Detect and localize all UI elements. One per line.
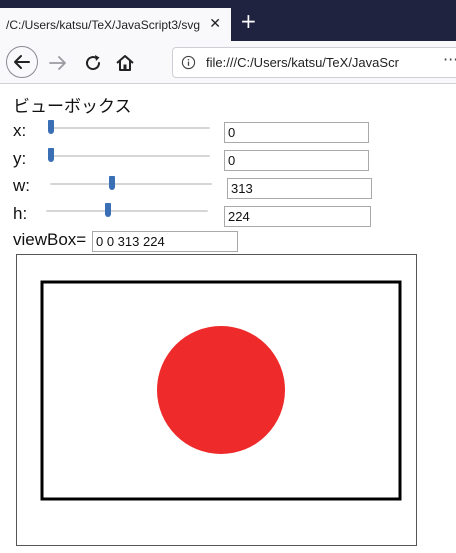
page-heading: ビューボックス (13, 97, 132, 117)
drawing-svg (40, 280, 402, 501)
y-slider[interactable] (48, 148, 210, 162)
overflow-menu-icon[interactable]: ··· (443, 50, 456, 69)
navigation-bar: file:///C:/Users/katsu/TeX/JavaScr ··· (0, 41, 456, 84)
forward-arrow-icon (49, 56, 66, 70)
slider-track (48, 155, 210, 157)
back-arrow-icon (14, 55, 30, 69)
slider-track (48, 127, 210, 129)
h-label: h: (13, 204, 28, 223)
w-input[interactable]: 313 (227, 178, 372, 199)
reload-button[interactable] (82, 52, 104, 74)
browser-tab[interactable]: /C:/Users/katsu/TeX/JavaScript3/svg ✕ (0, 8, 231, 41)
slider-thumb[interactable] (48, 148, 54, 162)
slider-thumb[interactable] (105, 203, 112, 217)
w-label: w: (13, 176, 30, 195)
close-tab-icon[interactable]: ✕ (209, 17, 221, 31)
url-text[interactable]: file:///C:/Users/katsu/TeX/JavaScr (206, 55, 406, 70)
slider-track (46, 210, 208, 212)
svg-canvas (16, 254, 417, 546)
x-label: x: (13, 121, 27, 140)
reload-icon (86, 55, 101, 71)
red-circle (157, 326, 285, 454)
tab-strip: /C:/Users/katsu/TeX/JavaScript3/svg ✕ + (0, 0, 456, 41)
h-slider[interactable] (46, 203, 208, 217)
new-tab-button[interactable]: + (240, 11, 257, 31)
y-input[interactable]: 0 (224, 150, 369, 171)
url-bar[interactable]: file:///C:/Users/katsu/TeX/JavaScr ··· (172, 47, 456, 78)
home-button[interactable] (114, 52, 136, 74)
slider-thumb[interactable] (109, 176, 116, 190)
forward-button[interactable] (47, 52, 69, 74)
slider-thumb[interactable] (48, 120, 54, 134)
slider-track (50, 183, 212, 185)
viewbox-label: viewBox= (13, 230, 87, 249)
w-slider[interactable] (50, 176, 212, 190)
info-icon[interactable] (181, 55, 196, 70)
x-slider[interactable] (48, 120, 210, 134)
viewbox-field[interactable]: 0 0 313 224 (92, 231, 238, 252)
tab-title: /C:/Users/katsu/TeX/JavaScript3/svg (6, 17, 201, 32)
x-input[interactable]: 0 (224, 122, 369, 143)
y-label: y: (13, 149, 27, 168)
h-input[interactable]: 224 (224, 206, 371, 227)
home-icon (116, 55, 134, 71)
back-button[interactable] (6, 46, 38, 78)
